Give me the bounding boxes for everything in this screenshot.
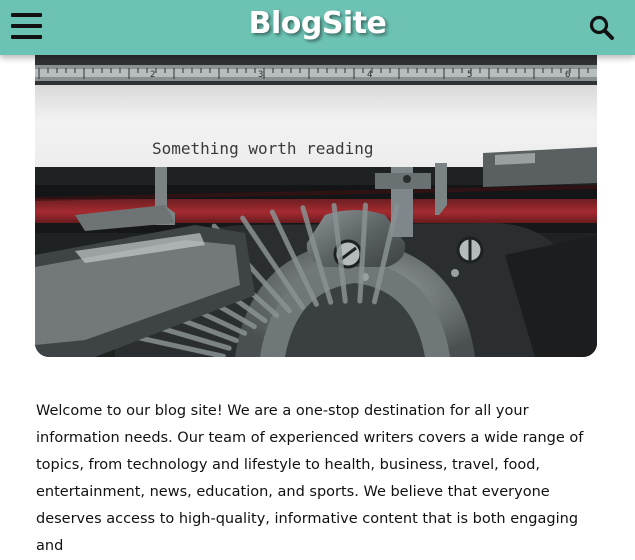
ruler-number: 4 <box>367 70 372 80</box>
typed-text: Something worth reading <box>152 139 374 158</box>
ruler-number: 5 <box>467 70 472 80</box>
intro-paragraph: Welcome to our blog site! We are a one-s… <box>36 403 584 554</box>
ruler-number: 3 <box>258 70 263 80</box>
search-icon[interactable] <box>589 15 615 41</box>
ruler-number: 2 <box>150 70 155 80</box>
hero-image-typewriter: 2 3 4 5 6 Something worth reading <box>35 55 597 357</box>
site-brand[interactable]: BlogSite <box>0 4 635 44</box>
site-header: BlogSite <box>0 0 635 55</box>
intro-section: Welcome to our blog site! We are a one-s… <box>36 398 601 560</box>
ruler-number: 6 <box>565 70 570 80</box>
